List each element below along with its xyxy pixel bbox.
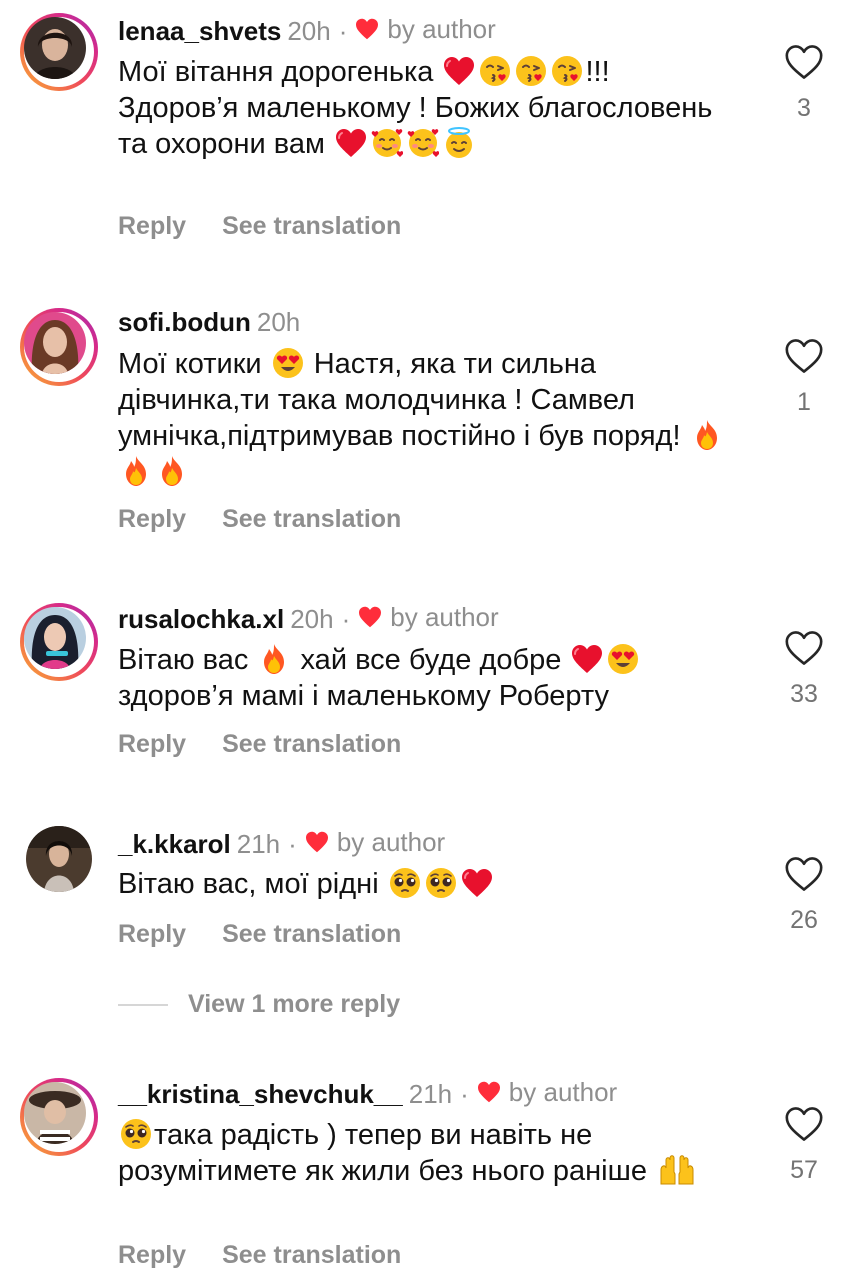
avatar — [26, 826, 92, 892]
comment-actions: Reply See translation — [118, 505, 401, 534]
timestamp: 21h — [408, 1079, 453, 1109]
reply-button[interactable]: Reply — [118, 920, 186, 949]
comment-header: lenaa_shvets 20h · by author — [118, 14, 496, 46]
comment-header: sofi.bodun 20h — [118, 307, 300, 337]
avatar-ring[interactable] — [20, 13, 98, 91]
comment-text: така радість ) тепер ви навіть не розумі… — [118, 1117, 738, 1189]
avatar — [24, 312, 86, 374]
avatar-ring[interactable] — [20, 1078, 98, 1156]
pleading-face-emoji-icon — [425, 867, 457, 899]
reply-button[interactable]: Reply — [118, 1241, 186, 1270]
separator: · — [338, 16, 348, 46]
username[interactable]: _k.kkarol — [118, 829, 231, 859]
heart-filled-icon — [359, 606, 382, 628]
kissing-face-emoji-icon — [515, 55, 547, 87]
heart-outline-icon[interactable] — [784, 630, 824, 666]
heart-filled-icon — [305, 831, 328, 853]
avatar — [24, 1082, 86, 1144]
divider — [118, 1003, 168, 1006]
red-heart-emoji-icon — [461, 867, 493, 899]
avatar-ring[interactable] — [20, 603, 98, 681]
comment-actions: Reply See translation — [118, 730, 401, 759]
like-count[interactable]: 33 — [778, 680, 830, 709]
like-count[interactable]: 1 — [778, 388, 830, 417]
fire-emoji-icon — [120, 455, 152, 487]
smiling-face-with-hearts-emoji-icon — [371, 127, 403, 159]
like-count[interactable]: 26 — [778, 906, 830, 935]
red-heart-emoji-icon — [571, 643, 603, 675]
smiling-face-with-hearts-emoji-icon — [407, 127, 439, 159]
comment-actions: Reply See translation — [118, 212, 401, 241]
comment-actions: Reply See translation — [118, 1241, 401, 1270]
avatar-ring[interactable] — [20, 820, 98, 898]
red-heart-emoji-icon — [335, 127, 367, 159]
username[interactable]: sofi.bodun — [118, 307, 251, 337]
reply-button[interactable]: Reply — [118, 505, 186, 534]
timestamp: 20h — [290, 604, 334, 634]
comment-text: Вітаю вас, мої рідні — [118, 866, 738, 902]
heart-filled-icon — [356, 18, 379, 40]
by-author-label: by author — [508, 1077, 618, 1107]
pleading-face-emoji-icon — [389, 867, 421, 899]
comment-header: __kristina_shevchuk__ 21h · by author — [118, 1077, 617, 1109]
username[interactable]: lenaa_shvets — [118, 16, 281, 46]
separator: · — [341, 604, 351, 634]
view-more-replies[interactable]: View 1 more reply — [118, 990, 400, 1019]
avatar-ring[interactable] — [20, 308, 98, 386]
username[interactable]: __kristina_shevchuk__ — [118, 1079, 403, 1109]
timestamp: 21h — [236, 829, 281, 859]
like-count[interactable]: 57 — [778, 1156, 830, 1185]
avatar — [24, 17, 86, 79]
heart-outline-icon[interactable] — [784, 856, 824, 892]
reply-button[interactable]: Reply — [118, 212, 186, 241]
liked-by-author: by author — [358, 602, 499, 632]
like-area: 57 — [778, 1106, 830, 1185]
comment-header: _k.kkarol 21h · by author — [118, 827, 445, 859]
avatar — [24, 607, 86, 669]
comment-actions: Reply See translation — [118, 920, 401, 949]
separator: · — [288, 829, 297, 859]
see-translation-button[interactable]: See translation — [222, 920, 401, 949]
liked-by-author: by author — [477, 1077, 617, 1107]
heart-eyes-emoji-icon — [607, 643, 639, 675]
by-author-label: by author — [336, 827, 446, 857]
comment-text: Мої вітання дорогенька !!! Здоров’я мале… — [118, 55, 713, 160]
like-area: 3 — [778, 44, 830, 123]
username[interactable]: rusalochka.xl — [118, 604, 284, 634]
red-heart-emoji-icon — [443, 55, 475, 87]
like-area: 33 — [778, 630, 830, 709]
reply-button[interactable]: Reply — [118, 730, 186, 759]
halo-face-emoji-icon — [443, 127, 475, 159]
comment-header: rusalochka.xl 20h · by author — [118, 602, 499, 634]
comment-text: Мої котики Настя, яка ти сильна дівчинка… — [118, 346, 738, 490]
fire-emoji-icon — [691, 419, 723, 451]
timestamp: 20h — [256, 307, 301, 337]
heart-filled-icon — [477, 1081, 500, 1103]
heart-eyes-emoji-icon — [272, 347, 304, 379]
kissing-face-emoji-icon — [551, 55, 583, 87]
raised-hands-emoji-icon — [657, 1154, 697, 1186]
heart-outline-icon[interactable] — [784, 1106, 824, 1142]
liked-by-author: by author — [355, 14, 496, 44]
pleading-face-emoji-icon — [120, 1118, 152, 1150]
like-count[interactable]: 3 — [778, 94, 830, 123]
see-translation-button[interactable]: See translation — [222, 730, 401, 759]
kissing-face-emoji-icon — [479, 55, 511, 87]
see-translation-button[interactable]: See translation — [222, 505, 401, 534]
like-area: 26 — [778, 856, 830, 935]
see-translation-button[interactable]: See translation — [222, 1241, 401, 1270]
by-author-label: by author — [387, 14, 496, 44]
heart-outline-icon[interactable] — [784, 44, 824, 80]
view-more-replies-label[interactable]: View 1 more reply — [188, 990, 400, 1019]
fire-emoji-icon — [258, 643, 290, 675]
separator: · — [460, 1079, 469, 1109]
comment-text: Вітаю вас хай все буде добре здоров’я ма… — [118, 642, 738, 714]
heart-outline-icon[interactable] — [784, 338, 824, 374]
see-translation-button[interactable]: See translation — [222, 212, 401, 241]
like-area: 1 — [778, 338, 830, 417]
fire-emoji-icon — [156, 455, 188, 487]
timestamp: 20h — [287, 16, 331, 46]
liked-by-author: by author — [305, 827, 445, 857]
by-author-label: by author — [390, 602, 499, 632]
